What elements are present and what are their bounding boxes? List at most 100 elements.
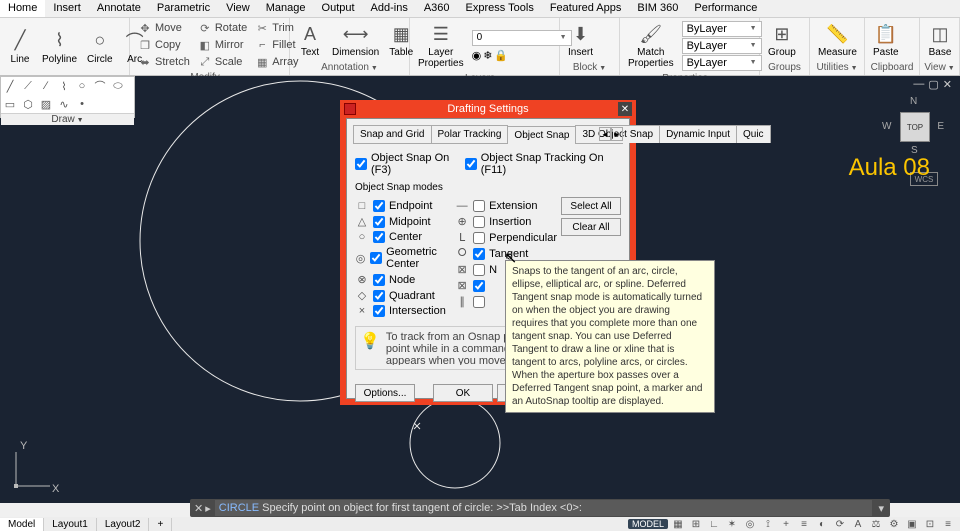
dialog-titlebar[interactable]: Drafting Settings ✕ — [340, 100, 636, 118]
status-track-icon[interactable]: ⟟ — [760, 518, 776, 530]
clear-all-button[interactable]: Clear All — [561, 218, 621, 236]
status-model-badge[interactable]: MODEL — [628, 519, 668, 529]
menu-tab-performance[interactable]: Performance — [686, 0, 765, 17]
status-max-icon[interactable]: ▣ — [904, 518, 920, 530]
tab-dyninput[interactable]: Dynamic Input — [659, 125, 737, 143]
tab-snap-grid[interactable]: Snap and Grid — [353, 125, 432, 143]
osnap-right-0[interactable]: —Extension — [455, 200, 557, 212]
status-tab-model[interactable]: Model — [0, 518, 44, 531]
osnap-left-3[interactable]: ◎Geometric Center — [355, 246, 455, 270]
layer-combo[interactable]: 0 — [472, 30, 572, 46]
tab-osnap[interactable]: Object Snap — [507, 126, 576, 144]
copy-button[interactable]: ❐Copy — [136, 37, 192, 53]
menu-tab-home[interactable]: Home — [0, 0, 45, 17]
polyline-button[interactable]: ⌇Polyline — [38, 27, 81, 67]
status-clean-icon[interactable]: ⊡ — [922, 518, 938, 530]
tab-scroll-right[interactable]: ► — [611, 127, 623, 141]
annotation-panel-label[interactable]: Annotation — [294, 60, 405, 73]
doc-close-icon[interactable]: ✕ — [943, 78, 952, 91]
pal-arc-icon[interactable]: ⌒ — [93, 79, 107, 93]
cmd-close-icon[interactable]: ✕ — [194, 502, 203, 515]
draw-palette-label[interactable]: Draw — [1, 113, 134, 125]
menu-tab-manage[interactable]: Manage — [258, 0, 314, 17]
osnap-left-5[interactable]: ◇Quadrant — [355, 289, 455, 302]
match-properties-button[interactable]: 🖌Match Properties — [624, 20, 678, 71]
osnap-on-check[interactable]: Object Snap On (F3) — [355, 152, 465, 176]
viewcube-w[interactable]: W — [882, 121, 891, 132]
layer-icon-2[interactable]: ❄ — [483, 49, 492, 62]
layer-icon-3[interactable]: 🔒 — [494, 49, 508, 62]
viewcube[interactable]: N W E S TOP — [884, 96, 944, 156]
layer-icon-1[interactable]: ◉ — [472, 49, 482, 62]
text-button[interactable]: AText — [294, 20, 326, 60]
menu-tab-view[interactable]: View — [218, 0, 258, 17]
status-anno-icon[interactable]: A — [850, 518, 866, 530]
status-menu-icon[interactable]: ≡ — [940, 518, 956, 530]
utilities-panel-label[interactable]: Utilities — [814, 60, 860, 73]
status-grid-icon[interactable]: ▦ — [670, 518, 686, 530]
tab-scroll-left[interactable]: ◄ — [599, 127, 611, 141]
pal-hatch-icon[interactable]: ▨ — [39, 97, 53, 111]
status-scale-icon[interactable]: ⚖ — [868, 518, 884, 530]
doc-minimize-icon[interactable]: — — [913, 78, 924, 91]
menu-tab-annotate[interactable]: Annotate — [89, 0, 149, 17]
status-lwt-icon[interactable]: ≡ — [796, 518, 812, 530]
rotate-button[interactable]: ⟳Rotate — [196, 20, 249, 36]
pal-rectangle-icon[interactable]: ▭ — [3, 97, 17, 111]
status-cycle-icon[interactable]: ⟳ — [832, 518, 848, 530]
move-button[interactable]: ✥Move — [136, 20, 192, 36]
pal-spline-icon[interactable]: ∿ — [57, 97, 71, 111]
pal-circle-icon[interactable]: ○ — [75, 79, 89, 93]
color-combo[interactable]: ByLayer — [682, 21, 762, 37]
block-panel-label[interactable]: Block — [564, 60, 615, 73]
pal-xline-icon[interactable]: ∕ — [39, 79, 53, 93]
pal-line-icon[interactable]: ╱ — [3, 79, 17, 93]
pal-point-icon[interactable]: • — [75, 97, 89, 111]
options-button[interactable]: Options... — [355, 384, 415, 402]
osnap-left-2[interactable]: ○Center — [355, 231, 455, 243]
menu-tab-featured[interactable]: Featured Apps — [542, 0, 630, 17]
lineweight-combo[interactable]: ByLayer — [682, 55, 762, 71]
menu-tab-parametric[interactable]: Parametric — [149, 0, 218, 17]
doc-restore-icon[interactable]: ▢ — [928, 78, 938, 91]
pal-ray-icon[interactable]: ⟋ — [21, 79, 35, 93]
tab-polar[interactable]: Polar Tracking — [431, 125, 509, 143]
osnap-left-0[interactable]: □Endpoint — [355, 200, 455, 212]
pal-ellipse-icon[interactable]: ⬭ — [111, 79, 125, 93]
menu-tab-addins[interactable]: Add-ins — [363, 0, 416, 17]
menu-tab-insert[interactable]: Insert — [45, 0, 89, 17]
ok-button[interactable]: OK — [433, 384, 493, 402]
dimension-button[interactable]: ⟷Dimension — [328, 20, 383, 60]
pal-pline-icon[interactable]: ⌇ — [57, 79, 71, 93]
menu-tab-a360[interactable]: A360 — [416, 0, 458, 17]
status-tab-layout2[interactable]: Layout2 — [97, 518, 150, 531]
menu-tab-output[interactable]: Output — [314, 0, 363, 17]
layer-properties-button[interactable]: ☰Layer Properties — [414, 20, 468, 71]
command-text[interactable]: CIRCLE Specify point on object for first… — [215, 500, 873, 516]
measure-button[interactable]: 📏Measure — [814, 20, 861, 60]
viewcube-e[interactable]: E — [937, 121, 944, 132]
osnap-track-check[interactable]: Object Snap Tracking On (F11) — [465, 152, 621, 176]
osnap-left-4[interactable]: ⊗Node — [355, 273, 455, 286]
osnap-left-1[interactable]: △Midpoint — [355, 215, 455, 228]
stretch-button[interactable]: ⬌Stretch — [136, 54, 192, 70]
paste-button[interactable]: 📋Paste — [869, 20, 903, 60]
status-polar-icon[interactable]: ✶ — [724, 518, 740, 530]
osnap-right-1[interactable]: ⊕Insertion — [455, 215, 557, 228]
viewcube-n[interactable]: N — [910, 96, 917, 107]
status-osnap-icon[interactable]: ◎ — [742, 518, 758, 530]
base-view-button[interactable]: ◫Base — [924, 20, 956, 60]
osnap-right-2[interactable]: ᒪPerpendicular — [455, 231, 557, 244]
status-gear-icon[interactable]: ⚙ — [886, 518, 902, 530]
scale-button[interactable]: ⤢Scale — [196, 54, 249, 70]
menu-tab-express[interactable]: Express Tools — [458, 0, 542, 17]
status-dyn-icon[interactable]: + — [778, 518, 794, 530]
command-bar[interactable]: ✕▸ CIRCLE Specify point on object for fi… — [190, 499, 890, 517]
status-tab-add[interactable]: + — [149, 518, 172, 531]
viewcube-top[interactable]: TOP — [900, 112, 930, 142]
mirror-button[interactable]: ◧Mirror — [196, 37, 249, 53]
line-button[interactable]: ╱Line — [4, 27, 36, 67]
cmd-expand-icon[interactable]: ▸ — [205, 502, 211, 515]
status-tab-layout1[interactable]: Layout1 — [44, 518, 97, 531]
circle-button[interactable]: ○Circle — [83, 27, 117, 67]
